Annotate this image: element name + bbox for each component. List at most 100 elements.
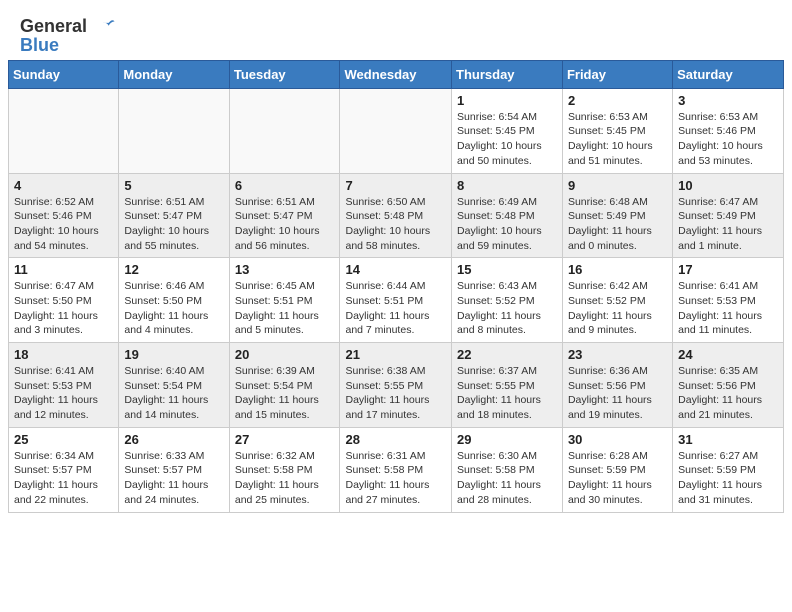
calendar-cell: 4Sunrise: 6:52 AM Sunset: 5:46 PM Daylig… <box>9 173 119 258</box>
calendar-cell: 9 Sunrise: 6:48 AM Sunset: 5:49 PM Daylig… <box>562 173 672 258</box>
calendar-cell <box>340 88 452 173</box>
calendar-cell: 24 Sunrise: 6:35 AM Sunset: 5:56 PM Dayli… <box>673 343 784 428</box>
day-detail: Sunrise: 6:32 AM Sunset: 5:58 PM Dayligh… <box>235 449 335 508</box>
calendar-cell: 30 Sunrise: 6:28 AM Sunset: 5:59 PM Dayli… <box>562 427 672 512</box>
day-number: 10 <box>678 178 778 193</box>
day-number: 25 <box>14 432 113 447</box>
header-day-saturday: Saturday <box>673 60 784 88</box>
calendar-cell <box>9 88 119 173</box>
calendar-cell: 29Sunrise: 6:30 AM Sunset: 5:58 PM Dayli… <box>452 427 563 512</box>
day-number: 16 <box>568 262 667 277</box>
calendar-cell: 20 Sunrise: 6:39 AM Sunset: 5:54 PM Dayli… <box>229 343 340 428</box>
day-detail: Sunrise: 6:41 AM Sunset: 5:53 PM Dayligh… <box>14 364 113 423</box>
calendar-cell <box>119 88 229 173</box>
calendar-cell: 10 Sunrise: 6:47 AM Sunset: 5:49 PM Dayli… <box>673 173 784 258</box>
day-detail: Sunrise: 6:52 AM Sunset: 5:46 PM Dayligh… <box>14 195 113 254</box>
calendar-cell: 1 Sunrise: 6:54 AM Sunset: 5:45 PM Daylig… <box>452 88 563 173</box>
logo-blue-text: Blue <box>20 35 59 56</box>
day-detail: Sunrise: 6:39 AM Sunset: 5:54 PM Dayligh… <box>235 364 335 423</box>
day-detail: Sunrise: 6:50 AM Sunset: 5:48 PM Dayligh… <box>345 195 446 254</box>
calendar-cell: 6 Sunrise: 6:51 AM Sunset: 5:47 PM Daylig… <box>229 173 340 258</box>
day-detail: Sunrise: 6:41 AM Sunset: 5:53 PM Dayligh… <box>678 279 778 338</box>
calendar-cell: 31 Sunrise: 6:27 AM Sunset: 5:59 PM Dayli… <box>673 427 784 512</box>
header-day-monday: Monday <box>119 60 229 88</box>
calendar-cell: 15 Sunrise: 6:43 AM Sunset: 5:52 PM Dayli… <box>452 258 563 343</box>
day-number: 20 <box>235 347 335 362</box>
calendar-cell: 5Sunrise: 6:51 AM Sunset: 5:47 PM Daylig… <box>119 173 229 258</box>
day-detail: Sunrise: 6:35 AM Sunset: 5:56 PM Dayligh… <box>678 364 778 423</box>
day-number: 14 <box>345 262 446 277</box>
day-number: 26 <box>124 432 223 447</box>
calendar-cell: 19Sunrise: 6:40 AM Sunset: 5:54 PM Dayli… <box>119 343 229 428</box>
calendar-cell: 8 Sunrise: 6:49 AM Sunset: 5:48 PM Daylig… <box>452 173 563 258</box>
day-number: 1 <box>457 93 557 108</box>
day-number: 7 <box>345 178 446 193</box>
day-number: 17 <box>678 262 778 277</box>
header-day-wednesday: Wednesday <box>340 60 452 88</box>
day-number: 15 <box>457 262 557 277</box>
day-detail: Sunrise: 6:53 AM Sunset: 5:45 PM Dayligh… <box>568 110 667 169</box>
calendar-cell: 22 Sunrise: 6:37 AM Sunset: 5:55 PM Dayli… <box>452 343 563 428</box>
calendar-cell: 13Sunrise: 6:45 AM Sunset: 5:51 PM Dayli… <box>229 258 340 343</box>
day-number: 8 <box>457 178 557 193</box>
day-number: 22 <box>457 347 557 362</box>
day-detail: Sunrise: 6:31 AM Sunset: 5:58 PM Dayligh… <box>345 449 446 508</box>
day-number: 12 <box>124 262 223 277</box>
calendar-cell: 28Sunrise: 6:31 AM Sunset: 5:58 PM Dayli… <box>340 427 452 512</box>
calendar-wrapper: SundayMondayTuesdayWednesdayThursdayFrid… <box>0 60 792 521</box>
day-number: 24 <box>678 347 778 362</box>
week-row-4: 18 Sunrise: 6:41 AM Sunset: 5:53 PM Dayli… <box>9 343 784 428</box>
day-detail: Sunrise: 6:54 AM Sunset: 5:45 PM Dayligh… <box>457 110 557 169</box>
day-detail: Sunrise: 6:51 AM Sunset: 5:47 PM Dayligh… <box>235 195 335 254</box>
day-number: 23 <box>568 347 667 362</box>
calendar-body: 1 Sunrise: 6:54 AM Sunset: 5:45 PM Daylig… <box>9 88 784 512</box>
header-day-sunday: Sunday <box>9 60 119 88</box>
day-detail: Sunrise: 6:45 AM Sunset: 5:51 PM Dayligh… <box>235 279 335 338</box>
day-detail: Sunrise: 6:34 AM Sunset: 5:57 PM Dayligh… <box>14 449 113 508</box>
day-number: 2 <box>568 93 667 108</box>
day-number: 30 <box>568 432 667 447</box>
header-row: SundayMondayTuesdayWednesdayThursdayFrid… <box>9 60 784 88</box>
week-row-5: 25 Sunrise: 6:34 AM Sunset: 5:57 PM Dayli… <box>9 427 784 512</box>
day-number: 21 <box>345 347 446 362</box>
day-detail: Sunrise: 6:36 AM Sunset: 5:56 PM Dayligh… <box>568 364 667 423</box>
week-row-3: 11Sunrise: 6:47 AM Sunset: 5:50 PM Dayli… <box>9 258 784 343</box>
calendar-cell: 12 Sunrise: 6:46 AM Sunset: 5:50 PM Dayli… <box>119 258 229 343</box>
calendar-cell: 17 Sunrise: 6:41 AM Sunset: 5:53 PM Dayli… <box>673 258 784 343</box>
day-detail: Sunrise: 6:46 AM Sunset: 5:50 PM Dayligh… <box>124 279 223 338</box>
calendar-cell: 2 Sunrise: 6:53 AM Sunset: 5:45 PM Daylig… <box>562 88 672 173</box>
day-detail: Sunrise: 6:43 AM Sunset: 5:52 PM Dayligh… <box>457 279 557 338</box>
day-detail: Sunrise: 6:28 AM Sunset: 5:59 PM Dayligh… <box>568 449 667 508</box>
day-number: 6 <box>235 178 335 193</box>
header-day-friday: Friday <box>562 60 672 88</box>
calendar-table: SundayMondayTuesdayWednesdayThursdayFrid… <box>8 60 784 513</box>
calendar-cell: 21 Sunrise: 6:38 AM Sunset: 5:55 PM Dayli… <box>340 343 452 428</box>
calendar-cell: 27 Sunrise: 6:32 AM Sunset: 5:58 PM Dayli… <box>229 427 340 512</box>
day-number: 29 <box>457 432 557 447</box>
page-header: General Blue <box>0 0 792 60</box>
calendar-cell: 7 Sunrise: 6:50 AM Sunset: 5:48 PM Daylig… <box>340 173 452 258</box>
day-number: 31 <box>678 432 778 447</box>
calendar-cell: 3Sunrise: 6:53 AM Sunset: 5:46 PM Daylig… <box>673 88 784 173</box>
calendar-cell: 23 Sunrise: 6:36 AM Sunset: 5:56 PM Dayli… <box>562 343 672 428</box>
logo: General Blue <box>20 16 116 56</box>
day-detail: Sunrise: 6:47 AM Sunset: 5:49 PM Dayligh… <box>678 195 778 254</box>
day-detail: Sunrise: 6:48 AM Sunset: 5:49 PM Dayligh… <box>568 195 667 254</box>
calendar-cell <box>229 88 340 173</box>
calendar-cell: 25 Sunrise: 6:34 AM Sunset: 5:57 PM Dayli… <box>9 427 119 512</box>
day-detail: Sunrise: 6:53 AM Sunset: 5:46 PM Dayligh… <box>678 110 778 169</box>
calendar-cell: 14Sunrise: 6:44 AM Sunset: 5:51 PM Dayli… <box>340 258 452 343</box>
day-detail: Sunrise: 6:33 AM Sunset: 5:57 PM Dayligh… <box>124 449 223 508</box>
week-row-1: 1 Sunrise: 6:54 AM Sunset: 5:45 PM Daylig… <box>9 88 784 173</box>
day-detail: Sunrise: 6:40 AM Sunset: 5:54 PM Dayligh… <box>124 364 223 423</box>
day-number: 9 <box>568 178 667 193</box>
day-detail: Sunrise: 6:38 AM Sunset: 5:55 PM Dayligh… <box>345 364 446 423</box>
day-detail: Sunrise: 6:37 AM Sunset: 5:55 PM Dayligh… <box>457 364 557 423</box>
header-day-tuesday: Tuesday <box>229 60 340 88</box>
day-detail: Sunrise: 6:27 AM Sunset: 5:59 PM Dayligh… <box>678 449 778 508</box>
day-number: 18 <box>14 347 113 362</box>
day-number: 11 <box>14 262 113 277</box>
day-number: 27 <box>235 432 335 447</box>
calendar-cell: 18 Sunrise: 6:41 AM Sunset: 5:53 PM Dayli… <box>9 343 119 428</box>
day-detail: Sunrise: 6:49 AM Sunset: 5:48 PM Dayligh… <box>457 195 557 254</box>
